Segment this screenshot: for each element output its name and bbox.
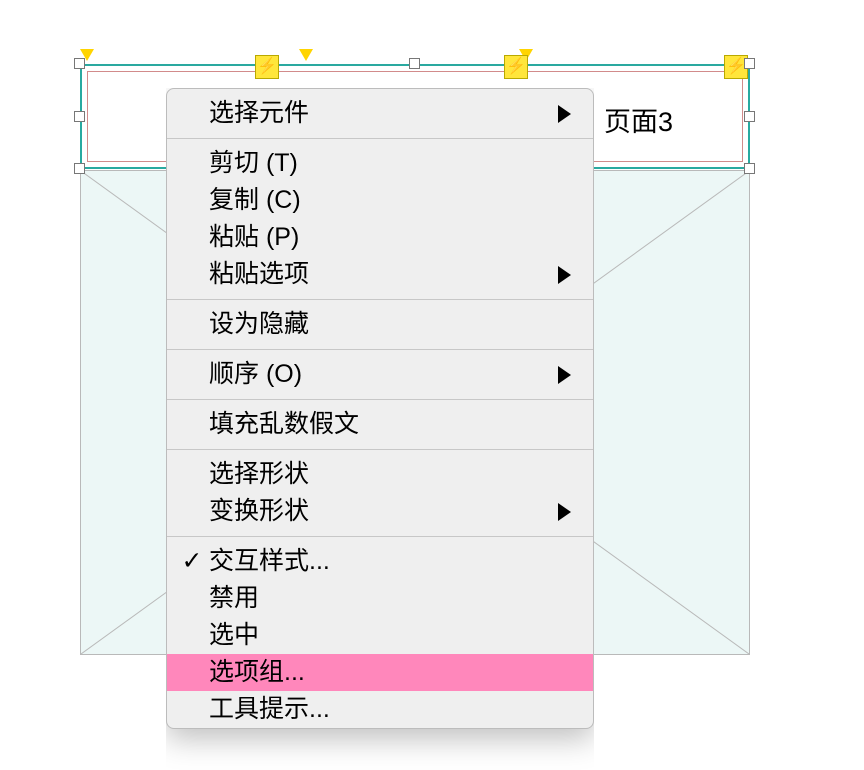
menu-item-paste-options[interactable]: 粘贴选项 [167, 256, 593, 293]
submenu-arrow-icon [558, 266, 571, 284]
menu-item-selected[interactable]: 选中 [167, 617, 593, 654]
menu-item-label: 变换形状 [209, 497, 309, 525]
menu-item-label: 填充乱数假文 [209, 410, 359, 438]
menu-item-select-shape[interactable]: 选择形状 [167, 456, 593, 493]
selection-handle[interactable] [74, 58, 85, 69]
menu-separator [167, 299, 593, 300]
menu-item-label: 粘贴 (P) [209, 223, 299, 251]
selection-handle[interactable] [74, 111, 85, 122]
design-canvas[interactable]: 页面3 ⚡ ⚡ ⚡ 选择元件 剪切 (T) 复制 (C) 粘贴 (P) [0, 0, 864, 770]
submenu-arrow-icon [558, 366, 571, 384]
interaction-marker-icon[interactable]: ⚡ [255, 55, 279, 79]
selection-handle[interactable] [74, 163, 85, 174]
menu-item-transform-shape[interactable]: 变换形状 [167, 493, 593, 530]
menu-item-copy[interactable]: 复制 (C) [167, 182, 593, 219]
menu-item-label: 设为隐藏 [209, 310, 309, 338]
selection-handle[interactable] [409, 58, 420, 69]
menu-item-label: 选择形状 [209, 460, 309, 488]
menu-item-label: 工具提示... [209, 695, 330, 723]
context-menu[interactable]: 选择元件 剪切 (T) 复制 (C) 粘贴 (P) 粘贴选项 设为隐藏 [166, 88, 594, 729]
checkmark-icon: ✓ [179, 543, 205, 580]
menu-item-label: 顺序 (O) [209, 360, 302, 388]
submenu-arrow-icon [558, 503, 571, 521]
menu-item-option-group[interactable]: 选项组... [167, 654, 593, 691]
submenu-arrow-icon [558, 105, 571, 123]
menu-separator [167, 449, 593, 450]
menu-item-label: 复制 (C) [209, 186, 301, 214]
menu-item-set-hidden[interactable]: 设为隐藏 [167, 306, 593, 343]
menu-item-tooltip[interactable]: 工具提示... [167, 691, 593, 728]
selection-handle[interactable] [744, 58, 755, 69]
menu-item-label: 剪切 (T) [209, 149, 298, 177]
menu-item-label: 选择元件 [209, 99, 309, 127]
menu-item-cut[interactable]: 剪切 (T) [167, 145, 593, 182]
menu-item-label: 选项组... [209, 658, 305, 686]
menu-item-lorem-ipsum[interactable]: 填充乱数假文 [167, 406, 593, 443]
menu-item-select-widget[interactable]: 选择元件 [167, 95, 593, 132]
menu-item-label: 禁用 [209, 584, 259, 612]
tab-label[interactable]: 页面3 [604, 100, 673, 139]
menu-item-paste[interactable]: 粘贴 (P) [167, 219, 593, 256]
note-pointer-icon [299, 49, 313, 61]
menu-item-label: 选中 [209, 621, 259, 649]
selection-handle[interactable] [744, 163, 755, 174]
menu-separator [167, 138, 593, 139]
interaction-marker-icon[interactable]: ⚡ [504, 55, 528, 79]
menu-item-disabled[interactable]: 禁用 [167, 580, 593, 617]
menu-item-label: 交互样式... [209, 547, 330, 575]
menu-separator [167, 349, 593, 350]
selection-handle[interactable] [744, 111, 755, 122]
menu-separator [167, 536, 593, 537]
menu-separator [167, 399, 593, 400]
menu-item-order[interactable]: 顺序 (O) [167, 356, 593, 393]
menu-item-label: 粘贴选项 [209, 260, 309, 288]
menu-item-interaction-styles[interactable]: ✓ 交互样式... [167, 543, 593, 580]
